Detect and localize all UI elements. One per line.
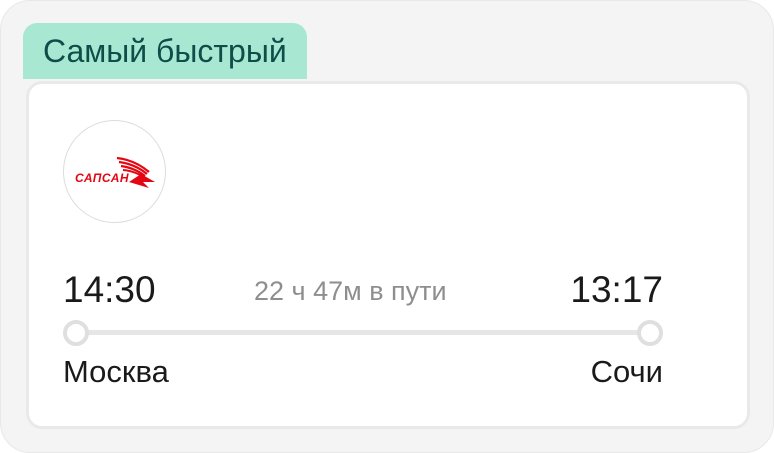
sapsan-logo-icon: САПСАН [75,156,155,188]
carrier-logo: САПСАН [63,120,166,223]
departure-dot [63,320,89,346]
arrival-time: 13:17 [570,269,663,310]
logo-text: САПСАН [75,171,129,185]
arrival-dot [637,320,663,346]
trip-duration: 22 ч 47м в пути [254,276,447,306]
route-line [77,330,651,335]
trip-offer-container[interactable]: Самый быстрый САПСАН 14:30 22 ч 47м в пу… [0,0,774,453]
departure-city: Москва [63,354,169,389]
arrival-city: Сочи [590,354,663,389]
fastest-badge-label: Самый быстрый [43,32,287,69]
trip-card[interactable]: САПСАН 14:30 22 ч 47м в пути 13:17 Москв… [26,81,750,429]
departure-time: 14:30 [63,269,156,310]
fastest-badge: Самый быстрый [23,23,307,79]
